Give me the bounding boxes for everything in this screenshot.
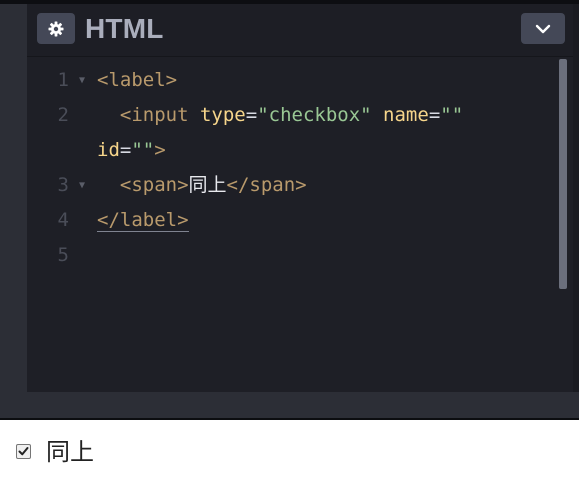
chevron-down-icon <box>535 19 551 38</box>
line-number: 4 <box>57 209 69 231</box>
resize-divider[interactable] <box>0 392 579 420</box>
checkmark-icon <box>18 446 29 455</box>
code-line: <input type="checkbox" name="" <box>119 104 464 126</box>
settings-button[interactable] <box>37 13 75 44</box>
checkbox[interactable] <box>16 443 31 459</box>
checkbox-label: 同上 <box>46 438 94 466</box>
collapse-button[interactable] <box>521 13 565 44</box>
panel-header: HTML <box>27 4 573 57</box>
line-number: 5 <box>57 244 69 266</box>
code-line-active: </label> <box>97 209 189 232</box>
editor-panel: HTML 1 ▼ 2 3 ▼ 4 5 <label> <input type="ch… <box>0 0 579 420</box>
code-content[interactable]: <label> <input type="checkbox" name="" i… <box>97 63 567 273</box>
code-line-wrapped: id=""> <box>97 139 166 161</box>
preview-label[interactable]: 同上 <box>16 436 94 466</box>
code-line: <span>同上</span> <box>119 174 307 196</box>
line-number <box>27 133 69 168</box>
result-preview: 同上 <box>0 420 579 491</box>
panel-title: HTML <box>85 13 164 44</box>
gear-icon <box>48 21 64 37</box>
line-gutter: 1 ▼ 2 3 ▼ 4 5 <box>27 63 95 273</box>
line-number: 2 <box>57 104 69 126</box>
left-rail <box>0 4 27 392</box>
code-editor[interactable]: 1 ▼ 2 3 ▼ 4 5 <label> <input type="checkbo… <box>27 57 573 392</box>
right-edge <box>573 4 579 392</box>
line-number: 1 ▼ <box>27 63 85 98</box>
fold-arrow-icon[interactable]: ▼ <box>79 168 85 203</box>
line-number: 3 ▼ <box>27 168 85 203</box>
fold-arrow-icon[interactable]: ▼ <box>79 63 85 98</box>
vertical-scrollbar[interactable] <box>559 59 567 289</box>
code-line: <label> <box>97 69 178 91</box>
